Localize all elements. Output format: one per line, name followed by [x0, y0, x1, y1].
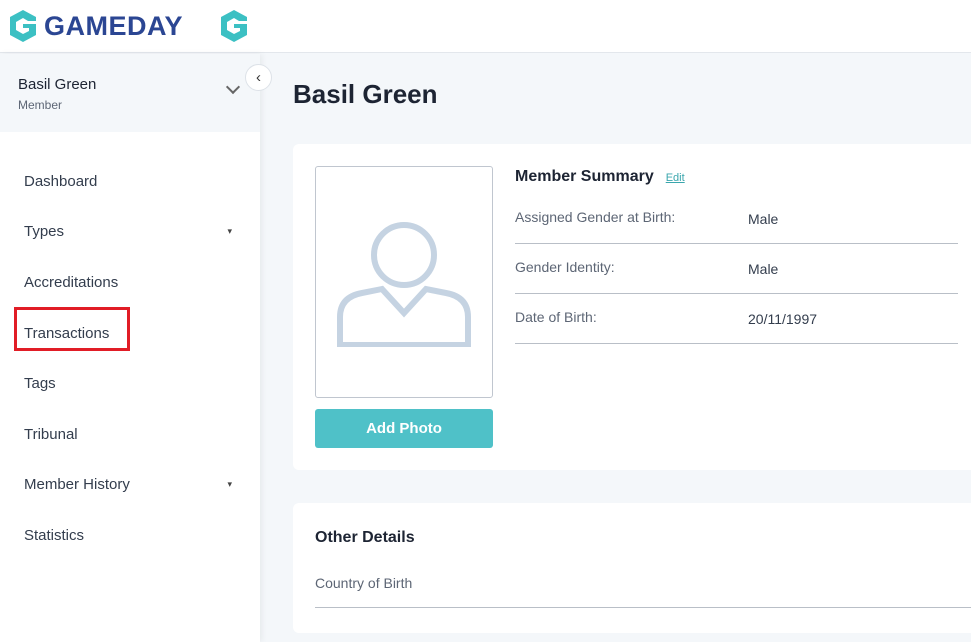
nav-label: Statistics: [24, 526, 85, 544]
sidebar-item-member-history[interactable]: Member History ▾: [0, 460, 260, 511]
country-of-birth-row: Country of Birth: [315, 566, 971, 608]
collapse-sidebar-button[interactable]: ‹: [245, 64, 272, 91]
member-summary-title: Member Summary: [515, 168, 654, 185]
sidebar-item-tribunal[interactable]: Tribunal: [0, 409, 260, 460]
sidebar-item-statistics[interactable]: Statistics: [0, 510, 260, 561]
sidebar-item-types[interactable]: Types ▾: [0, 207, 260, 258]
gameday-logo[interactable]: GAMEDAY: [8, 9, 249, 43]
user-switcher[interactable]: Basil Green Member: [0, 54, 260, 132]
nav-label: Accreditations: [24, 273, 119, 291]
row-value: Male: [748, 210, 779, 227]
row-label: Gender Identity:: [515, 258, 615, 275]
nav-label: Dashboard: [24, 172, 98, 190]
highlight-box: [14, 307, 130, 351]
row-label: Date of Birth:: [515, 308, 597, 325]
row-value: Male: [748, 260, 779, 277]
summary-row: Assigned Gender at Birth: Male: [515, 194, 958, 244]
photo-placeholder: [315, 166, 493, 398]
user-name: Basil Green: [18, 76, 97, 93]
sidebar-nav: Dashboard Types ▾ Accreditations Transact…: [0, 156, 260, 561]
caret-down-icon: ▾: [227, 226, 232, 237]
sidebar-item-accreditations[interactable]: Accreditations: [0, 257, 260, 308]
summary-row: Gender Identity: Male: [515, 244, 958, 294]
caret-down-icon: ▾: [227, 479, 232, 490]
sidebar-item-tags[interactable]: Tags: [0, 358, 260, 409]
top-bar: GAMEDAY: [0, 0, 971, 53]
user-avatar-icon: [337, 222, 471, 347]
sidebar-item-dashboard[interactable]: Dashboard: [0, 156, 260, 207]
other-details-card: Other Details Country of Birth: [293, 503, 971, 633]
row-label: Assigned Gender at Birth:: [515, 208, 676, 225]
add-photo-button[interactable]: Add Photo: [315, 409, 493, 448]
brand-name: GAMEDAY: [44, 10, 184, 41]
page-title: Basil Green: [293, 79, 438, 109]
other-details-title: Other Details: [315, 529, 415, 546]
member-summary-card: Add Photo Member Summary Edit Assigned Ge…: [293, 144, 971, 470]
nav-label: Member History: [24, 476, 130, 494]
edit-link[interactable]: Edit: [666, 172, 685, 184]
summary-row: Date of Birth: 20/11/1997: [515, 294, 958, 344]
row-value: 20/11/1997: [748, 310, 818, 327]
chevron-left-icon: ‹: [256, 69, 261, 86]
nav-label: Tribunal: [24, 425, 78, 443]
gameday-g-icon: [221, 10, 248, 42]
nav-label: Types: [24, 223, 65, 241]
member-summary: Member Summary Edit Assigned Gender at Bi…: [515, 168, 958, 344]
gameday-g-icon: [10, 10, 36, 42]
nav-label: Tags: [24, 375, 56, 393]
user-role: Member: [18, 98, 63, 112]
